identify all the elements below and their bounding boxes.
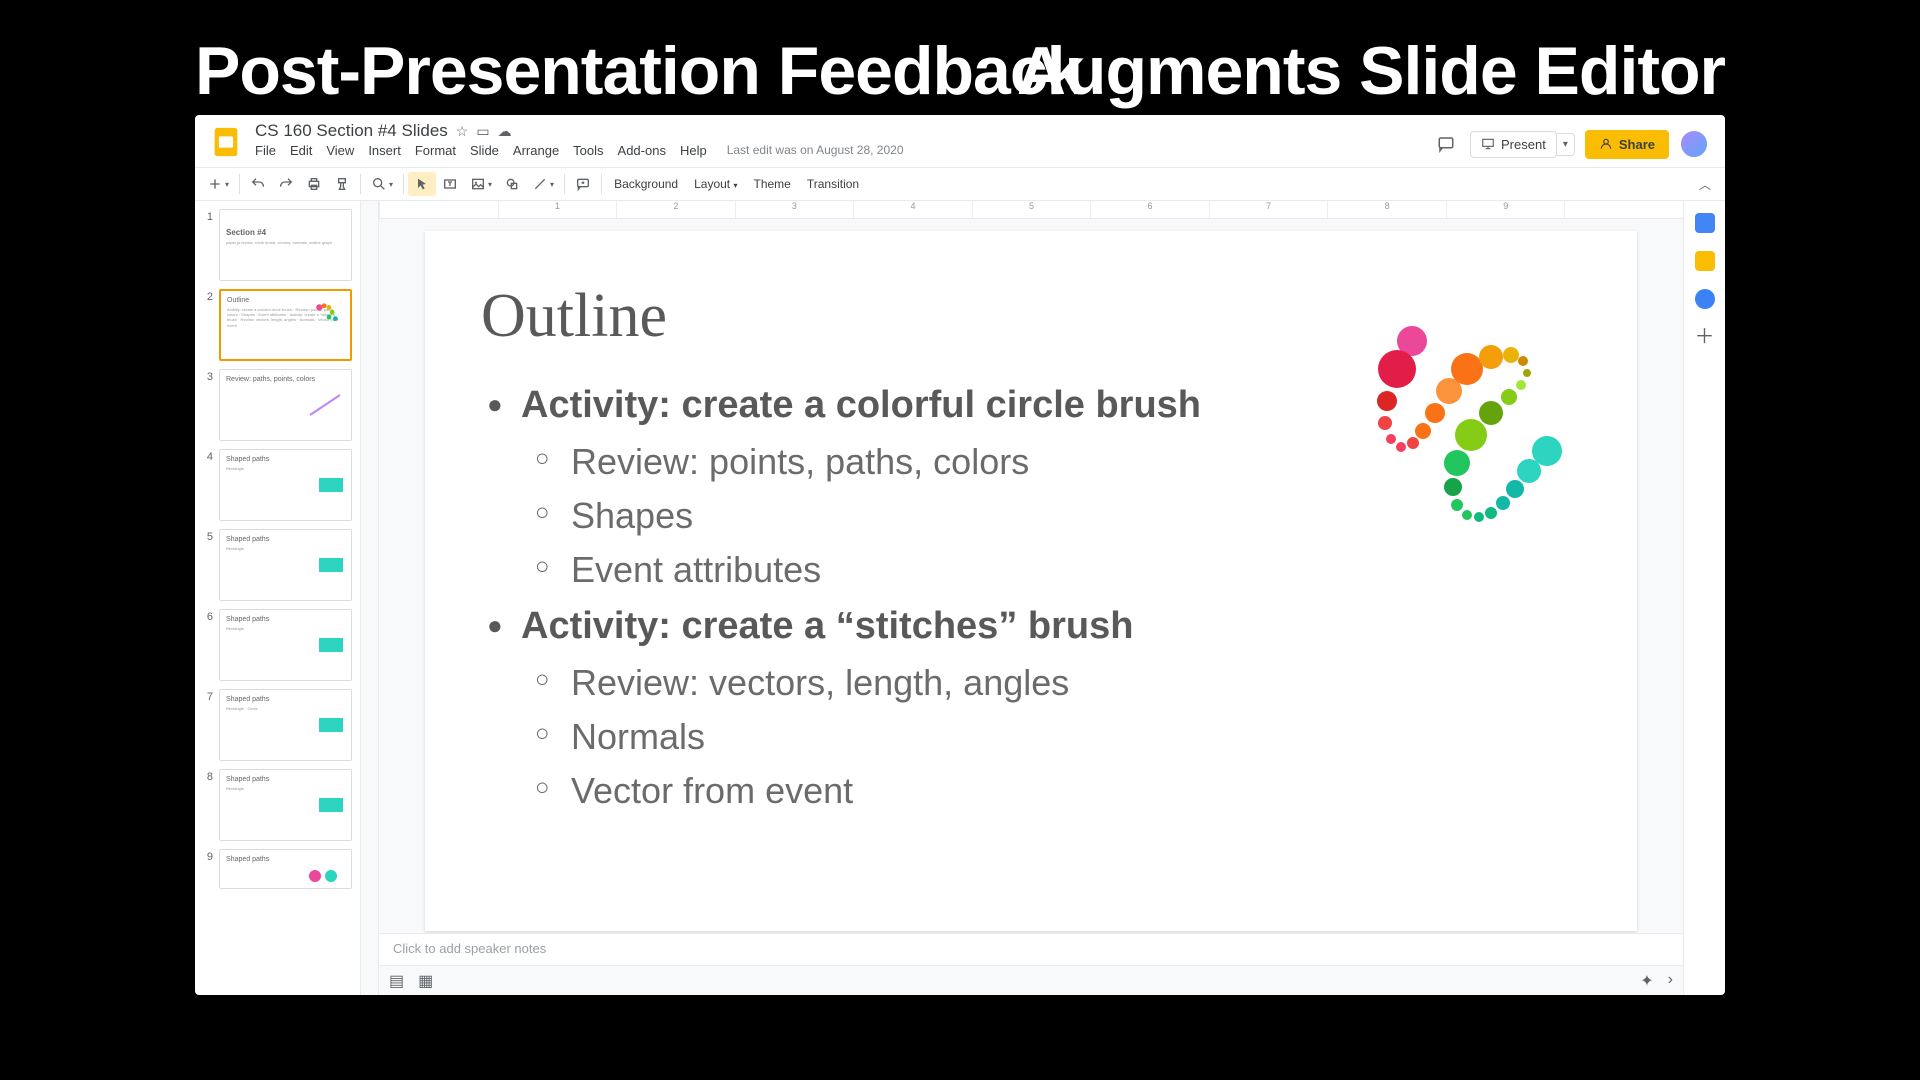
toolbar-layout[interactable]: Layout ▾ <box>686 173 745 195</box>
present-button-label: Present <box>1501 137 1546 152</box>
slide-canvas[interactable]: Outline Activity: create a colorful circ… <box>425 231 1637 931</box>
overlay-title-left: Post-Presentation Feedback <box>195 32 1083 110</box>
user-avatar[interactable] <box>1679 129 1709 159</box>
share-button-label: Share <box>1619 137 1655 152</box>
add-addon-icon[interactable]: ＋ <box>1695 327 1715 347</box>
explore-icon[interactable]: ✦ <box>1640 971 1653 991</box>
menu-insert[interactable]: Insert <box>368 143 401 158</box>
thumb-4[interactable]: 4Shaped pathsRectangle <box>195 447 360 527</box>
overlay-title-right: Augments Slide Editor <box>1017 32 1725 110</box>
select-tool-icon[interactable] <box>408 172 436 196</box>
menubar: File Edit View Insert Format Slide Arran… <box>255 143 904 158</box>
star-icon[interactable]: ☆ <box>456 123 469 140</box>
thumb-2[interactable]: 2 OutlineActivity: create a colorful cir… <box>195 287 360 367</box>
comment-icon[interactable] <box>569 172 597 196</box>
bullet-vector-event[interactable]: Vector from event <box>521 764 1581 818</box>
zoom-icon[interactable]: ▾ <box>365 172 399 196</box>
menu-view[interactable]: View <box>326 143 354 158</box>
thumbnail-rail[interactable]: 1 Section #4paper.js review, circle brus… <box>195 201 361 995</box>
menu-edit[interactable]: Edit <box>290 143 312 158</box>
present-button[interactable]: Present <box>1470 131 1557 158</box>
textbox-icon[interactable] <box>436 172 464 196</box>
menu-help[interactable]: Help <box>680 143 707 158</box>
cloud-saved-icon: ☁ <box>498 123 512 140</box>
shape-icon[interactable] <box>498 172 526 196</box>
keep-icon[interactable] <box>1695 251 1715 271</box>
menu-slide[interactable]: Slide <box>470 143 499 158</box>
vertical-ruler <box>361 201 379 995</box>
tasks-icon[interactable] <box>1695 289 1715 309</box>
footer-bar: ▤ ▦ ✦ › <box>379 965 1683 995</box>
present-dropdown-icon[interactable]: ▾ <box>1557 133 1575 156</box>
bullet-event-attrs[interactable]: Event attributes <box>521 543 1581 597</box>
undo-icon[interactable] <box>244 172 272 196</box>
side-panel: ＋ <box>1683 201 1725 995</box>
bullet-review2[interactable]: Review: vectors, length, angles <box>521 656 1581 710</box>
toolbar: ▾ ▾ ▾ ▾ Background Layout ▾ Theme Transi… <box>195 167 1725 201</box>
bullet-activity2[interactable]: Activity: create a “stitches” brush Revi… <box>481 597 1581 818</box>
menu-format[interactable]: Format <box>415 143 456 158</box>
calendar-icon[interactable] <box>1695 213 1715 233</box>
image-icon[interactable]: ▾ <box>464 172 498 196</box>
toolbar-theme[interactable]: Theme <box>746 173 799 195</box>
new-slide-button[interactable]: ▾ <box>201 172 235 196</box>
share-button[interactable]: Share <box>1585 130 1669 159</box>
menu-file[interactable]: File <box>255 143 276 158</box>
colorful-brush-illustration[interactable] <box>1357 321 1577 541</box>
move-icon[interactable]: ▭ <box>476 123 489 140</box>
toolbar-background[interactable]: Background <box>606 173 686 195</box>
slides-logo-icon[interactable] <box>205 121 247 163</box>
last-edit-text[interactable]: Last edit was on August 28, 2020 <box>727 143 904 158</box>
thumb-7[interactable]: 7Shaped pathsRectangle · Circle <box>195 687 360 767</box>
thumb-9[interactable]: 9Shaped paths <box>195 847 360 895</box>
filmstrip-view-icon[interactable]: ▤ <box>389 971 404 991</box>
thumb-6[interactable]: 6Shaped pathsRectangle <box>195 607 360 687</box>
print-icon[interactable] <box>300 172 328 196</box>
grid-view-icon[interactable]: ▦ <box>418 971 433 991</box>
menu-tools[interactable]: Tools <box>573 143 603 158</box>
canvas-area[interactable]: 123456789 Outline Activity: create a col… <box>379 201 1683 995</box>
collapse-toolbar-icon[interactable]: ︿ <box>1691 172 1719 197</box>
line-icon[interactable]: ▾ <box>526 172 560 196</box>
slides-app-window: CS 160 Section #4 Slides ☆ ▭ ☁ File Edit… <box>195 115 1725 995</box>
menu-addons[interactable]: Add-ons <box>618 143 666 158</box>
next-slide-icon[interactable]: › <box>1668 971 1673 991</box>
thumb-5[interactable]: 5Shaped pathsRectangle <box>195 527 360 607</box>
horizontal-ruler: 123456789 <box>379 201 1683 219</box>
open-comments-icon[interactable] <box>1432 130 1460 158</box>
speaker-notes[interactable]: Click to add speaker notes <box>379 933 1683 965</box>
thumb-1[interactable]: 1 Section #4paper.js review, circle brus… <box>195 207 360 287</box>
menu-arrange[interactable]: Arrange <box>513 143 559 158</box>
thumb-3[interactable]: 3 Review: paths, points, colors <box>195 367 360 447</box>
document-title[interactable]: CS 160 Section #4 Slides <box>255 121 448 141</box>
toolbar-transition[interactable]: Transition <box>799 173 867 195</box>
workspace: 1 Section #4paper.js review, circle brus… <box>195 201 1725 995</box>
bullet-normals[interactable]: Normals <box>521 710 1581 764</box>
thumb-8[interactable]: 8Shaped pathsRectangle <box>195 767 360 847</box>
redo-icon[interactable] <box>272 172 300 196</box>
paint-format-icon[interactable] <box>328 172 356 196</box>
titlebar: CS 160 Section #4 Slides ☆ ▭ ☁ File Edit… <box>195 115 1725 167</box>
